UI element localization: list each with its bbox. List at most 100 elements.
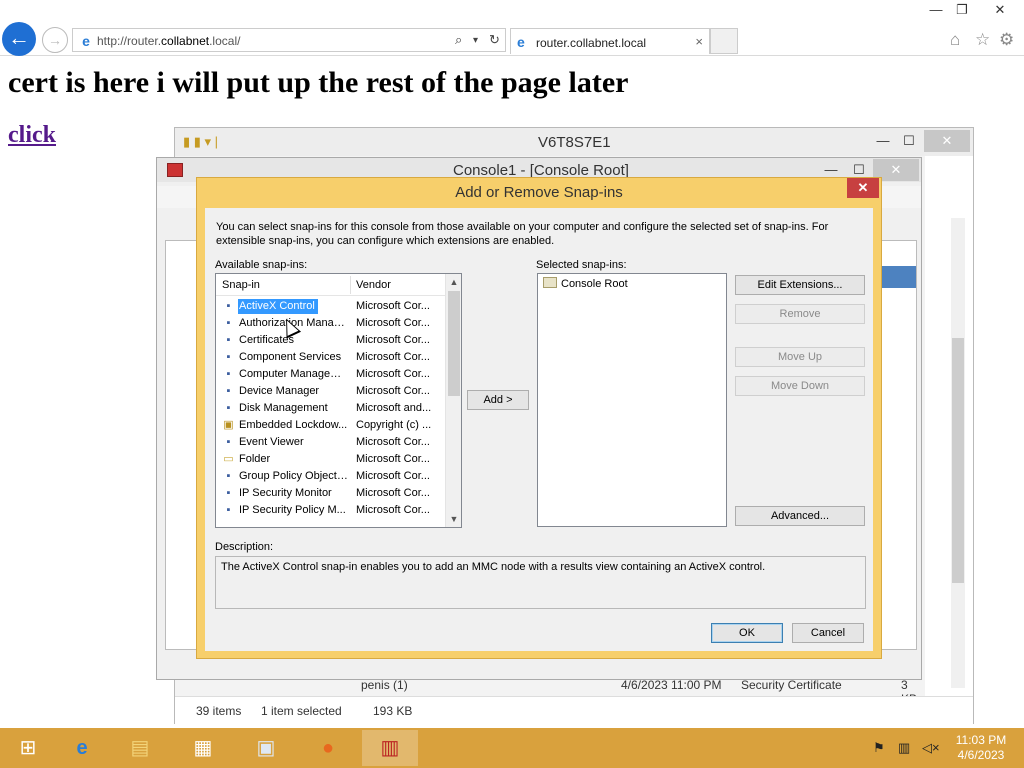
address-bar[interactable]: e http://router.collabnet.local/ ⌕ ▾ ↻ [72,28,506,52]
clock-time: 11:03 PM [955,733,1007,747]
search-icon[interactable]: ⌕ [455,32,462,48]
dialog-close-button[interactable]: ✕ [847,178,879,198]
firefox-icon[interactable]: ● [300,730,356,766]
ie-icon: e [517,34,525,50]
start-button[interactable]: ⊞ [0,730,56,766]
snapin-name: Group Policy Object ... [239,470,348,482]
snapin-row[interactable]: ▪ Device Manager Microsoft Cor... [216,383,446,400]
store-icon[interactable]: ▦ [175,730,231,766]
snapin-row[interactable]: ▭ Folder Microsoft Cor... [216,451,446,468]
snapin-row[interactable]: ▪ Computer Managem... Microsoft Cor... [216,366,446,383]
snapin-vendor: Microsoft Cor... [356,385,430,397]
snapin-vendor: Microsoft Cor... [356,334,430,346]
explorer-minimize-button[interactable]: — [869,130,897,152]
dialog-intro: You can select snap-ins for this console… [216,221,829,247]
snapin-vendor: Microsoft Cor... [356,317,430,329]
quick-access-icons: ▮ ▮ ▾ | [183,134,219,149]
component-services-icon: ▪ [226,351,231,363]
edit-extensions-button[interactable]: Edit Extensions... [735,275,865,295]
status-selected: 1 item selected [261,704,342,718]
snapin-row[interactable]: ▪ Event Viewer Microsoft Cor... [216,434,446,451]
status-size: 193 KB [373,704,413,718]
snapin-vendor: Microsoft Cor... [356,300,430,312]
authorization-manager-icon: ▪ [226,317,231,329]
description-label: Description: [215,541,274,553]
ie-icon: e [82,33,90,49]
add-button[interactable]: Add > [467,390,529,410]
explorer-close-button[interactable]: ✕ [924,130,970,152]
taskbar: ⊞ e ▤ ▦ ▣ ● ▥ ⚑ ▥ ◁× 11:03 PM 4/6/2023 [0,728,1024,768]
snapin-row[interactable]: ▪ IP Security Policy M... Microsoft Cor... [216,502,446,519]
file-explorer-icon[interactable]: ▤ [112,730,168,766]
home-icon[interactable]: ⌂ [950,30,960,50]
snapin-row[interactable]: ▪ Certificates Microsoft Cor... [216,332,446,349]
refresh-icon[interactable]: ↻ [489,32,500,48]
explorer-maximize-button[interactable]: ☐ [895,130,923,152]
snapin-row[interactable]: ▣ Embedded Lockdow... Copyright (c) ... [216,417,446,434]
description-text: The ActiveX Control snap-in enables you … [221,561,766,573]
clock[interactable]: 11:03 PM 4/6/2023 [950,733,1012,763]
status-items: 39 items [196,704,242,718]
ok-button[interactable]: OK [711,623,783,643]
network-icon[interactable]: ▥ [898,740,910,756]
scroll-down-icon[interactable]: ▼ [446,511,461,527]
snapins-scrollbar[interactable]: ▲ ▼ [445,274,461,527]
move-down-button[interactable]: Move Down [735,376,865,396]
action-center-flag-icon[interactable]: ⚑ [873,740,885,756]
snapin-row[interactable]: ▪ ActiveX Control Microsoft Cor... [216,298,446,315]
file-row[interactable]: penis (1) 4/6/2023 11:00 PM Security Cer… [361,678,921,706]
snapin-name: IP Security Policy M... [239,504,346,516]
mmc-icon [167,163,183,177]
selected-snapins-list[interactable]: Console Root [537,273,727,527]
scroll-up-icon[interactable]: ▲ [446,274,461,290]
click-link[interactable]: click [8,122,56,149]
browser-chrome: — ❐ ✕ ← → e http://router.collabnet.loca… [0,0,1024,56]
tab-router[interactable]: e router.collabnet.local × [510,28,710,54]
snapin-name: Device Manager [239,385,320,397]
clock-date: 4/6/2023 [957,748,1005,762]
explorer-titlebar: ▮ ▮ ▾ | V6T8S7E1 — ☐ ✕ [175,128,973,156]
restore-button[interactable]: ❐ [947,0,977,20]
cancel-button[interactable]: Cancel [792,623,864,643]
advanced-button[interactable]: Advanced... [735,506,865,526]
ip-security-policy-icon: ▪ [226,504,231,516]
explorer-scrollbar[interactable] [951,218,965,688]
group-policy-icon: ▪ [226,470,231,482]
close-tab-icon[interactable]: × [695,34,703,49]
mmc-taskbar-icon[interactable]: ▥ [362,730,418,766]
move-up-button[interactable]: Move Up [735,347,865,367]
forward-button[interactable]: → [42,27,68,53]
new-tab-button[interactable] [710,28,738,54]
snapin-row[interactable]: ▪ IP Security Monitor Microsoft Cor... [216,485,446,502]
ip-security-monitor-icon: ▪ [226,487,231,499]
tools-icon[interactable]: ⚙ [999,30,1014,50]
internet-explorer-icon[interactable]: e [54,730,110,766]
volume-muted-icon[interactable]: ◁× [922,740,940,756]
scroll-thumb[interactable] [952,338,964,583]
snapin-row[interactable]: ▪ Component Services Microsoft Cor... [216,349,446,366]
url-text: http://router.collabnet.local/ [97,34,241,48]
close-button[interactable]: ✕ [978,0,1022,20]
available-snapins-list[interactable]: Snap-in Vendor ▪ ActiveX Control Microsoft… [215,273,462,528]
chevron-down-icon[interactable]: ▾ [473,35,478,46]
column-header-snapin[interactable]: Snap-in [222,279,260,291]
snapin-vendor: Microsoft Cor... [356,453,430,465]
scroll-thumb[interactable] [448,291,460,396]
snapin-name: Disk Management [239,402,328,414]
file-name: penis (1) [361,678,408,692]
favorites-icon[interactable]: ☆ [975,30,990,50]
explorer-content-edge [925,156,973,696]
selected-snapin-console-root[interactable]: Console Root [543,277,628,290]
back-button[interactable]: ← [2,22,36,56]
server-manager-icon[interactable]: ▣ [238,730,294,766]
snapin-name: Computer Managem... [239,368,348,380]
remove-button[interactable]: Remove [735,304,865,324]
activex-icon: ▪ [226,300,231,312]
snapin-row[interactable]: ▪ Authorization Manager Microsoft Cor... [216,315,446,332]
snapin-vendor: Microsoft Cor... [356,470,430,482]
snapin-row[interactable]: ▪ Group Policy Object ... Microsoft Cor... [216,468,446,485]
column-header-vendor[interactable]: Vendor [356,279,391,291]
snapin-name: ActiveX Control [238,299,318,314]
actions-header[interactable] [880,266,916,288]
snapin-row[interactable]: ▪ Disk Management Microsoft and... [216,400,446,417]
